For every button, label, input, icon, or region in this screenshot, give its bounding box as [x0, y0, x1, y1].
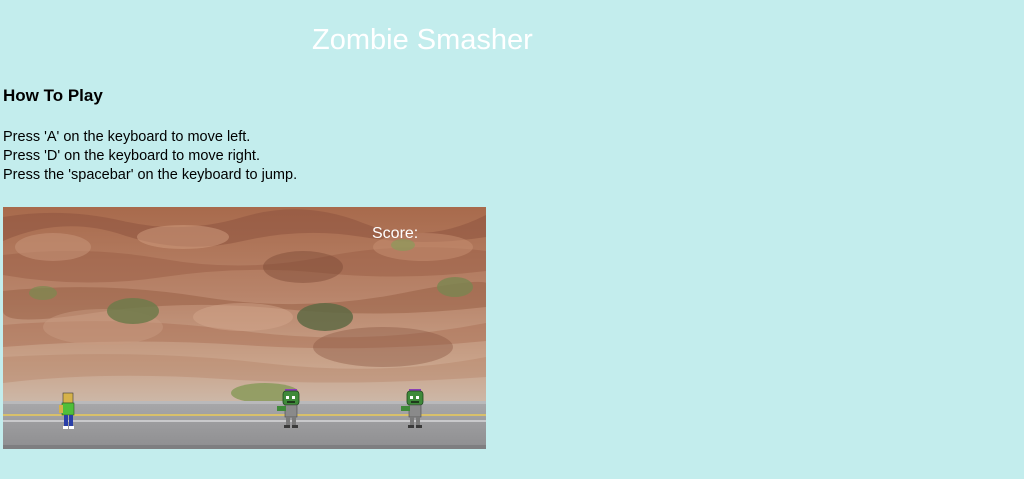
instruction-move-left: Press 'A' on the keyboard to move left.	[3, 129, 251, 145]
instruction-jump: Press the 'spacebar' on the keyboard to …	[3, 167, 298, 183]
instruction-move-right: Press 'D' on the keyboard to move right.	[3, 148, 260, 164]
score-label: Score:	[372, 225, 419, 242]
instructions-list: Press 'A' on the keyboard to move left. …	[3, 128, 297, 185]
page-title: Zombie Smasher	[312, 24, 533, 56]
game-canvas[interactable]: Score:	[3, 207, 486, 449]
how-to-play-heading: How To Play	[3, 86, 103, 105]
game-scene	[3, 207, 486, 449]
